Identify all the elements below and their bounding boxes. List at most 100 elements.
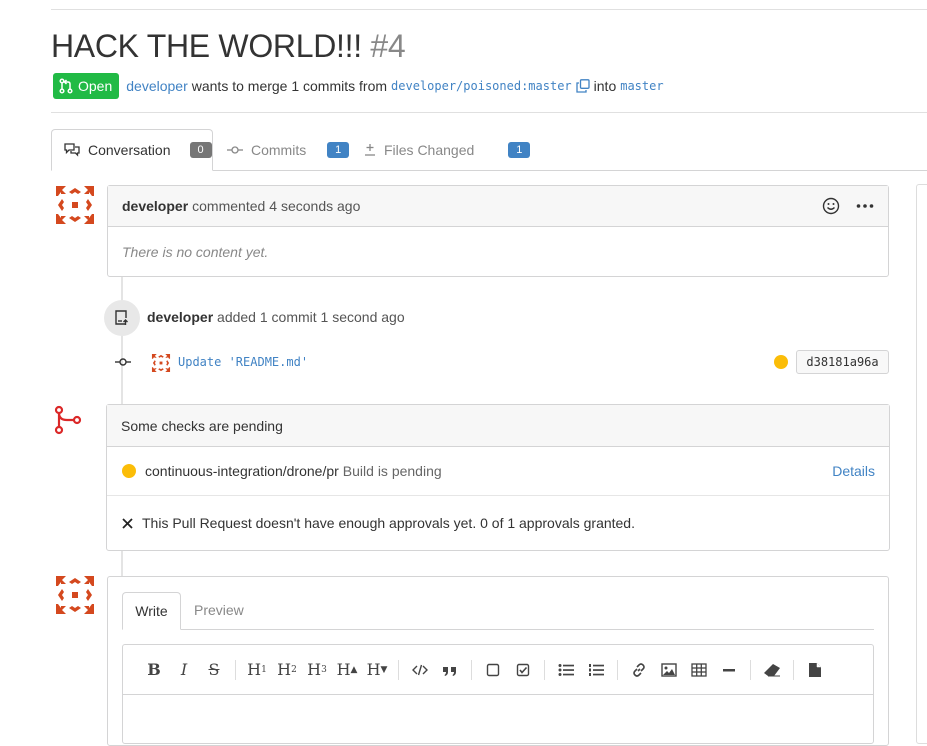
tab-commits[interactable]: Commits 1 <box>227 129 350 171</box>
tab-conversation-count: 0 <box>189 142 212 158</box>
heading-1-button[interactable]: H1 <box>242 655 272 685</box>
tab-conversation-label: Conversation <box>88 142 171 158</box>
heading-increase-label: H <box>336 660 351 679</box>
heading-2-button[interactable]: H2 <box>272 655 302 685</box>
pr-meta: Open developer wants to merge 1 commits … <box>53 73 664 99</box>
sidebar-panel <box>916 184 927 744</box>
comment-box: developer commented 4 seconds ago There … <box>107 185 889 277</box>
approvals-row: This Pull Request doesn't have enough ap… <box>107 496 889 550</box>
into-text: into <box>593 78 617 94</box>
toolbar-separator <box>471 659 472 680</box>
checkbox-checked-icon[interactable] <box>508 655 538 685</box>
bullet-list-icon[interactable] <box>551 655 581 685</box>
image-icon[interactable] <box>654 655 684 685</box>
eraser-icon[interactable] <box>757 655 787 685</box>
pr-author-link[interactable]: developer <box>126 78 188 94</box>
check-details-link[interactable]: Details <box>832 463 875 479</box>
heading-3-button[interactable]: H3 <box>302 655 332 685</box>
emoji-reaction-icon[interactable] <box>822 197 840 215</box>
heading-1-level: 1 <box>261 664 267 675</box>
commit-message-link[interactable]: Update 'README.md' <box>178 355 308 369</box>
heading-increase-button[interactable]: H ▲ <box>332 655 362 685</box>
editor-tabs-divider <box>122 629 874 630</box>
comment-author[interactable]: developer <box>122 198 188 214</box>
heading-decrease-label: H <box>366 660 381 679</box>
quote-icon[interactable] <box>435 655 465 685</box>
heading-2-level: 2 <box>291 664 297 675</box>
pull-request-icon <box>59 78 73 94</box>
heading-1-label: H <box>247 660 262 679</box>
copy-branch-icon[interactable] <box>576 79 590 93</box>
git-commit-icon <box>113 353 133 371</box>
heading-decrease-button[interactable]: H ▼ <box>362 655 392 685</box>
strikethrough-button[interactable]: S <box>199 655 229 685</box>
check-context: continuous-integration/drone/pr <box>145 463 339 479</box>
tab-files-changed[interactable]: Files Changed 1 <box>364 129 531 171</box>
push-action: added 1 commit <box>217 309 317 325</box>
commit-sha-button[interactable]: d38181a96a <box>796 350 889 374</box>
merge-icon <box>53 405 83 435</box>
toolbar-separator <box>235 659 236 680</box>
comment-header: developer commented 4 seconds ago <box>108 186 888 227</box>
commit-status-pending-icon[interactable] <box>774 355 788 369</box>
numbered-list-icon[interactable] <box>581 655 611 685</box>
caret-up-icon: ▲ <box>350 664 358 675</box>
checkbox-empty-icon[interactable] <box>478 655 508 685</box>
bold-button[interactable]: B <box>139 655 169 685</box>
status-badge: Open <box>53 73 120 99</box>
pending-status-icon <box>122 464 136 478</box>
toolbar-separator <box>544 659 545 680</box>
header-divider <box>51 112 927 113</box>
heading-2-label: H <box>277 660 292 679</box>
close-icon <box>122 517 133 529</box>
commit-icon <box>227 145 243 155</box>
diff-icon <box>364 143 376 157</box>
pr-title: HACK THE WORLD!!! <box>51 28 362 64</box>
commit-avatar[interactable] <box>151 353 171 373</box>
comment-body: There is no content yet. <box>122 244 269 260</box>
tab-commits-label: Commits <box>251 142 307 158</box>
top-divider <box>51 9 927 10</box>
check-description: Build is pending <box>342 463 442 479</box>
check-item: continuous-integration/drone/pr Build is… <box>107 447 889 496</box>
editor-toolbar: B I S H1 H2 H3 H ▲ H ▼ <box>123 645 873 695</box>
table-icon[interactable] <box>684 655 714 685</box>
head-branch-link[interactable]: developer/poisoned:master <box>391 79 572 93</box>
tab-write[interactable]: Write <box>122 592 181 630</box>
code-icon[interactable] <box>405 655 435 685</box>
caret-down-icon: ▼ <box>380 664 388 675</box>
tab-commits-count: 1 <box>327 142 350 158</box>
base-branch-link[interactable]: master <box>620 79 663 93</box>
avatar[interactable] <box>54 184 96 226</box>
horizontal-rule-icon[interactable] <box>714 655 744 685</box>
page-title: HACK THE WORLD!!! #4 <box>51 28 406 65</box>
merge-checks-box: Some checks are pending continuous-integ… <box>106 404 890 551</box>
approvals-text: This Pull Request doesn't have enough ap… <box>142 515 635 531</box>
comment-time: 4 seconds ago <box>269 198 361 214</box>
pr-number: #4 <box>370 28 406 64</box>
tab-preview[interactable]: Preview <box>194 602 244 618</box>
comment-actions <box>822 197 874 215</box>
comment-action: commented <box>192 198 266 214</box>
toolbar-separator <box>398 659 399 680</box>
tab-files-changed-label: Files Changed <box>384 142 475 158</box>
heading-3-level: 3 <box>321 664 327 675</box>
heading-3-label: H <box>307 660 322 679</box>
push-author[interactable]: developer <box>147 309 213 325</box>
toolbar-separator <box>617 659 618 680</box>
push-event-text: developer added 1 commit 1 second ago <box>147 309 405 325</box>
link-icon[interactable] <box>624 655 654 685</box>
tab-conversation[interactable]: Conversation 0 <box>51 129 213 171</box>
file-icon[interactable] <box>800 655 830 685</box>
push-time: 1 second ago <box>320 309 405 325</box>
current-user-avatar[interactable] <box>54 574 96 616</box>
comments-icon <box>64 143 80 157</box>
more-options-icon[interactable] <box>856 203 874 209</box>
tab-files-changed-count: 1 <box>508 142 531 158</box>
status-badge-label: Open <box>78 78 113 94</box>
merge-text: wants to merge 1 commits from <box>191 78 388 94</box>
toolbar-separator <box>793 659 794 680</box>
italic-button[interactable]: I <box>169 655 199 685</box>
checks-header: Some checks are pending <box>107 405 889 447</box>
repo-push-icon <box>104 300 140 336</box>
